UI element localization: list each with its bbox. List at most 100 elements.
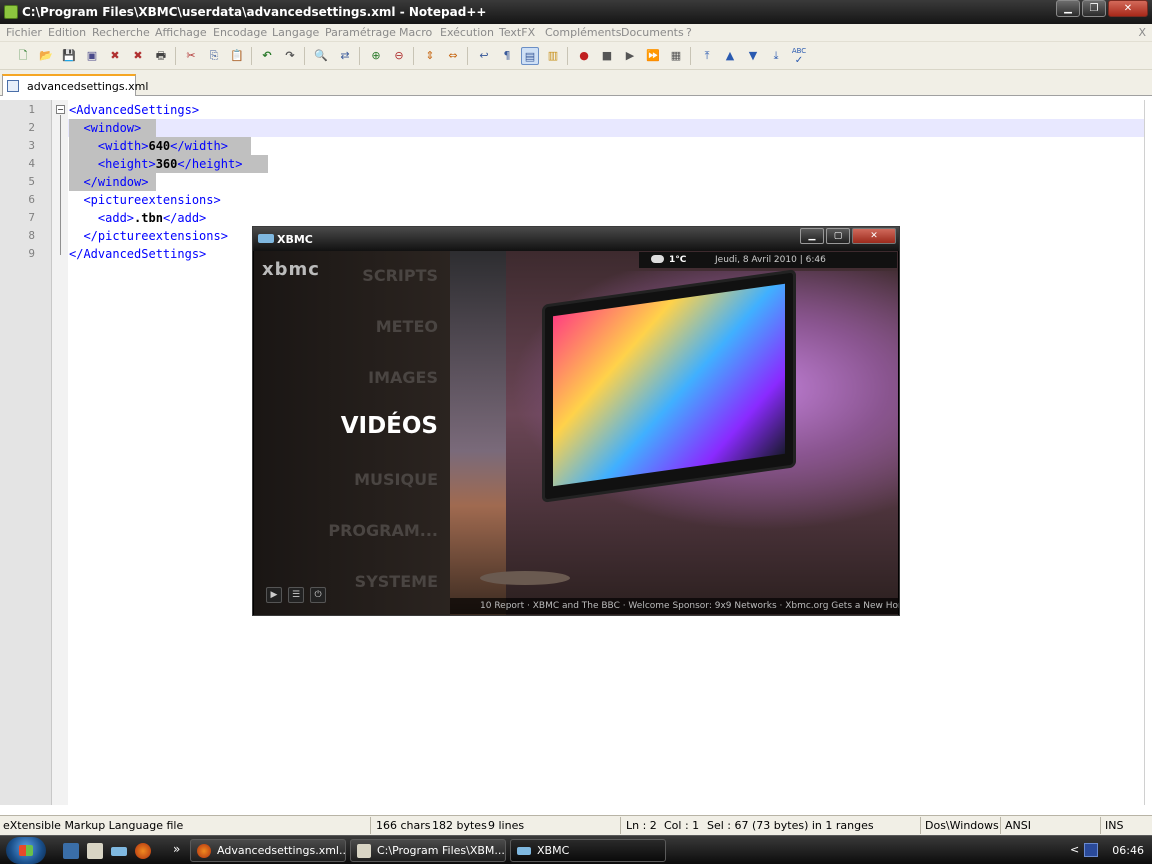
status-line: Ln : 2 bbox=[626, 819, 657, 832]
code-line[interactable]: <height>360</height> bbox=[69, 155, 243, 173]
xbmc-menu-meteo[interactable]: METEO bbox=[376, 317, 438, 336]
menu-langage[interactable]: Langage bbox=[272, 26, 319, 39]
xbmc-brand-logo: xbmc bbox=[262, 259, 320, 280]
stop-record-icon[interactable]: ■ bbox=[598, 47, 616, 65]
code-line[interactable]: <width>640</width> bbox=[69, 137, 228, 155]
play-icon[interactable]: ▶ bbox=[266, 587, 282, 603]
notepad-quicklaunch-icon[interactable] bbox=[87, 843, 103, 859]
close-all-icon[interactable]: ✖ bbox=[129, 47, 147, 65]
menu-macro[interactable]: Macro bbox=[399, 26, 432, 39]
save-macro-icon[interactable]: ▦ bbox=[667, 47, 685, 65]
paste-icon[interactable]: 📋 bbox=[228, 47, 246, 65]
clock[interactable]: 06:46 bbox=[1112, 844, 1144, 857]
power-icon[interactable]: ⏻ bbox=[310, 587, 326, 603]
move-top-icon[interactable]: ⤒ bbox=[698, 47, 716, 65]
xbmc-maximize-button[interactable]: ▢ bbox=[826, 228, 850, 244]
xbmc-menu-scripts[interactable]: SCRIPTS bbox=[362, 266, 438, 285]
fold-toggle[interactable]: − bbox=[56, 105, 65, 114]
maximize-button[interactable]: ❐ bbox=[1082, 0, 1106, 17]
code-line[interactable]: <pictureextensions> bbox=[69, 191, 220, 209]
xbmc-menu-musique[interactable]: MUSIQUE bbox=[354, 470, 438, 489]
code-line[interactable]: </pictureextensions> bbox=[69, 227, 228, 245]
zoom-in-icon[interactable]: ⊕ bbox=[367, 47, 385, 65]
status-divider bbox=[1100, 817, 1101, 834]
close-button[interactable]: ✕ bbox=[1108, 0, 1148, 17]
playlist-icon[interactable]: ☰ bbox=[288, 587, 304, 603]
xbmc-menu-images[interactable]: IMAGES bbox=[368, 368, 438, 387]
open-file-icon[interactable]: 📂 bbox=[37, 47, 55, 65]
menu-documents[interactable]: Documents bbox=[621, 26, 684, 39]
menu-parametrage[interactable]: Paramétrage bbox=[325, 26, 396, 39]
start-button[interactable] bbox=[6, 837, 46, 864]
xbmc-menu-videos[interactable]: VIDÉOS bbox=[341, 413, 438, 439]
copy-icon[interactable]: ⎘ bbox=[205, 47, 223, 65]
vertical-scrollbar[interactable] bbox=[1144, 100, 1152, 805]
sync-horizontal-icon[interactable]: ⇔ bbox=[444, 47, 462, 65]
xbmc-menu-programs[interactable]: PROGRAM... bbox=[328, 521, 438, 540]
code-line[interactable]: </window> bbox=[69, 173, 148, 191]
title-bar[interactable]: C:\Program Files\XBMC\userdata\advanceds… bbox=[0, 0, 1152, 24]
tray-expand-arrow[interactable]: < bbox=[1070, 843, 1079, 856]
code-line[interactable]: <AdvancedSettings> bbox=[69, 101, 199, 119]
network-icon[interactable] bbox=[1084, 843, 1098, 857]
xbmc-title-bar[interactable]: XBMC ▁ ▢ ✕ bbox=[253, 227, 899, 251]
show-all-chars-icon[interactable]: ¶ bbox=[498, 47, 516, 65]
show-desktop-icon[interactable] bbox=[63, 843, 79, 859]
record-macro-icon[interactable]: ● bbox=[575, 47, 593, 65]
code-line[interactable]: <window> bbox=[69, 119, 141, 137]
xbmc-minimize-button[interactable]: ▁ bbox=[800, 228, 824, 244]
taskbar-xbmc[interactable]: XBMC bbox=[510, 839, 666, 862]
menu-fichier[interactable]: Fichier bbox=[6, 26, 42, 39]
code-line[interactable]: </AdvancedSettings> bbox=[69, 245, 206, 263]
spell-check-icon[interactable]: ABC ✓ bbox=[790, 47, 808, 66]
undo-icon[interactable]: ↶ bbox=[258, 47, 276, 65]
minimize-button[interactable]: ▁ bbox=[1056, 0, 1080, 17]
status-encoding: ANSI bbox=[1005, 819, 1031, 832]
code-line[interactable]: <add>.tbn</add> bbox=[69, 209, 206, 227]
redo-icon[interactable]: ↷ bbox=[281, 47, 299, 65]
xbmc-quicklaunch-icon[interactable] bbox=[111, 847, 127, 856]
xbmc-close-button[interactable]: ✕ bbox=[852, 228, 896, 244]
menu-encodage[interactable]: Encodage bbox=[213, 26, 267, 39]
menu-recherche[interactable]: Recherche bbox=[92, 26, 150, 39]
menu-execution[interactable]: Exécution bbox=[440, 26, 494, 39]
menu-help[interactable]: ? bbox=[686, 26, 692, 39]
quicklaunch-overflow[interactable]: » bbox=[173, 842, 180, 856]
line-number: 1 bbox=[28, 103, 35, 116]
replace-icon[interactable]: ⇄ bbox=[336, 47, 354, 65]
word-wrap-icon[interactable]: ↩ bbox=[475, 47, 493, 65]
run-macro-multiple-icon[interactable]: ⏩ bbox=[644, 47, 662, 65]
menu-textfx[interactable]: TextFX bbox=[499, 26, 535, 39]
window-title: C:\Program Files\XBMC\userdata\advanceds… bbox=[22, 5, 487, 19]
firefox-icon bbox=[197, 844, 211, 858]
move-down-icon[interactable]: ▼ bbox=[744, 47, 762, 65]
tab-advancedsettings[interactable]: advancedsettings.xml bbox=[2, 74, 148, 96]
status-lines: 9 lines bbox=[488, 819, 525, 832]
xbmc-menu-systeme[interactable]: SYSTEME bbox=[355, 572, 438, 591]
move-up-icon[interactable]: ▲ bbox=[721, 47, 739, 65]
indent-guide-icon[interactable]: ▤ bbox=[521, 47, 539, 65]
taskbar-firefox[interactable]: Advancedsettings.xml... bbox=[190, 839, 346, 862]
playback-icon[interactable]: ▶ bbox=[621, 47, 639, 65]
save-icon[interactable]: 💾 bbox=[60, 47, 78, 65]
user-lang-icon[interactable]: ▥ bbox=[544, 47, 562, 65]
cut-icon[interactable]: ✂ bbox=[182, 47, 200, 65]
menu-complements[interactable]: Compléments bbox=[545, 26, 621, 39]
move-bottom-icon[interactable]: ⤓ bbox=[767, 47, 785, 65]
firefox-quicklaunch-icon[interactable] bbox=[135, 843, 151, 859]
menu-affichage[interactable]: Affichage bbox=[155, 26, 207, 39]
close-document-x[interactable]: X bbox=[1138, 26, 1146, 39]
status-divider bbox=[620, 817, 621, 834]
taskbar-notepad[interactable]: C:\Program Files\XBM... bbox=[350, 839, 506, 862]
close-file-icon[interactable]: ✖ bbox=[106, 47, 124, 65]
sync-vertical-icon[interactable]: ⇕ bbox=[421, 47, 439, 65]
line-number: 3 bbox=[28, 139, 35, 152]
find-icon[interactable]: 🔍 bbox=[312, 47, 330, 65]
menu-edition[interactable]: Edition bbox=[48, 26, 86, 39]
print-icon[interactable]: 🖶 bbox=[152, 47, 170, 65]
xbmc-window[interactable]: XBMC ▁ ▢ ✕ xbmc SCRIPTS METEO IMAGES VID… bbox=[252, 226, 900, 616]
windows-logo-icon bbox=[19, 845, 33, 856]
new-file-icon[interactable]: 🗋 bbox=[14, 47, 32, 65]
zoom-out-icon[interactable]: ⊖ bbox=[390, 47, 408, 65]
save-all-icon[interactable]: ▣ bbox=[83, 47, 101, 65]
